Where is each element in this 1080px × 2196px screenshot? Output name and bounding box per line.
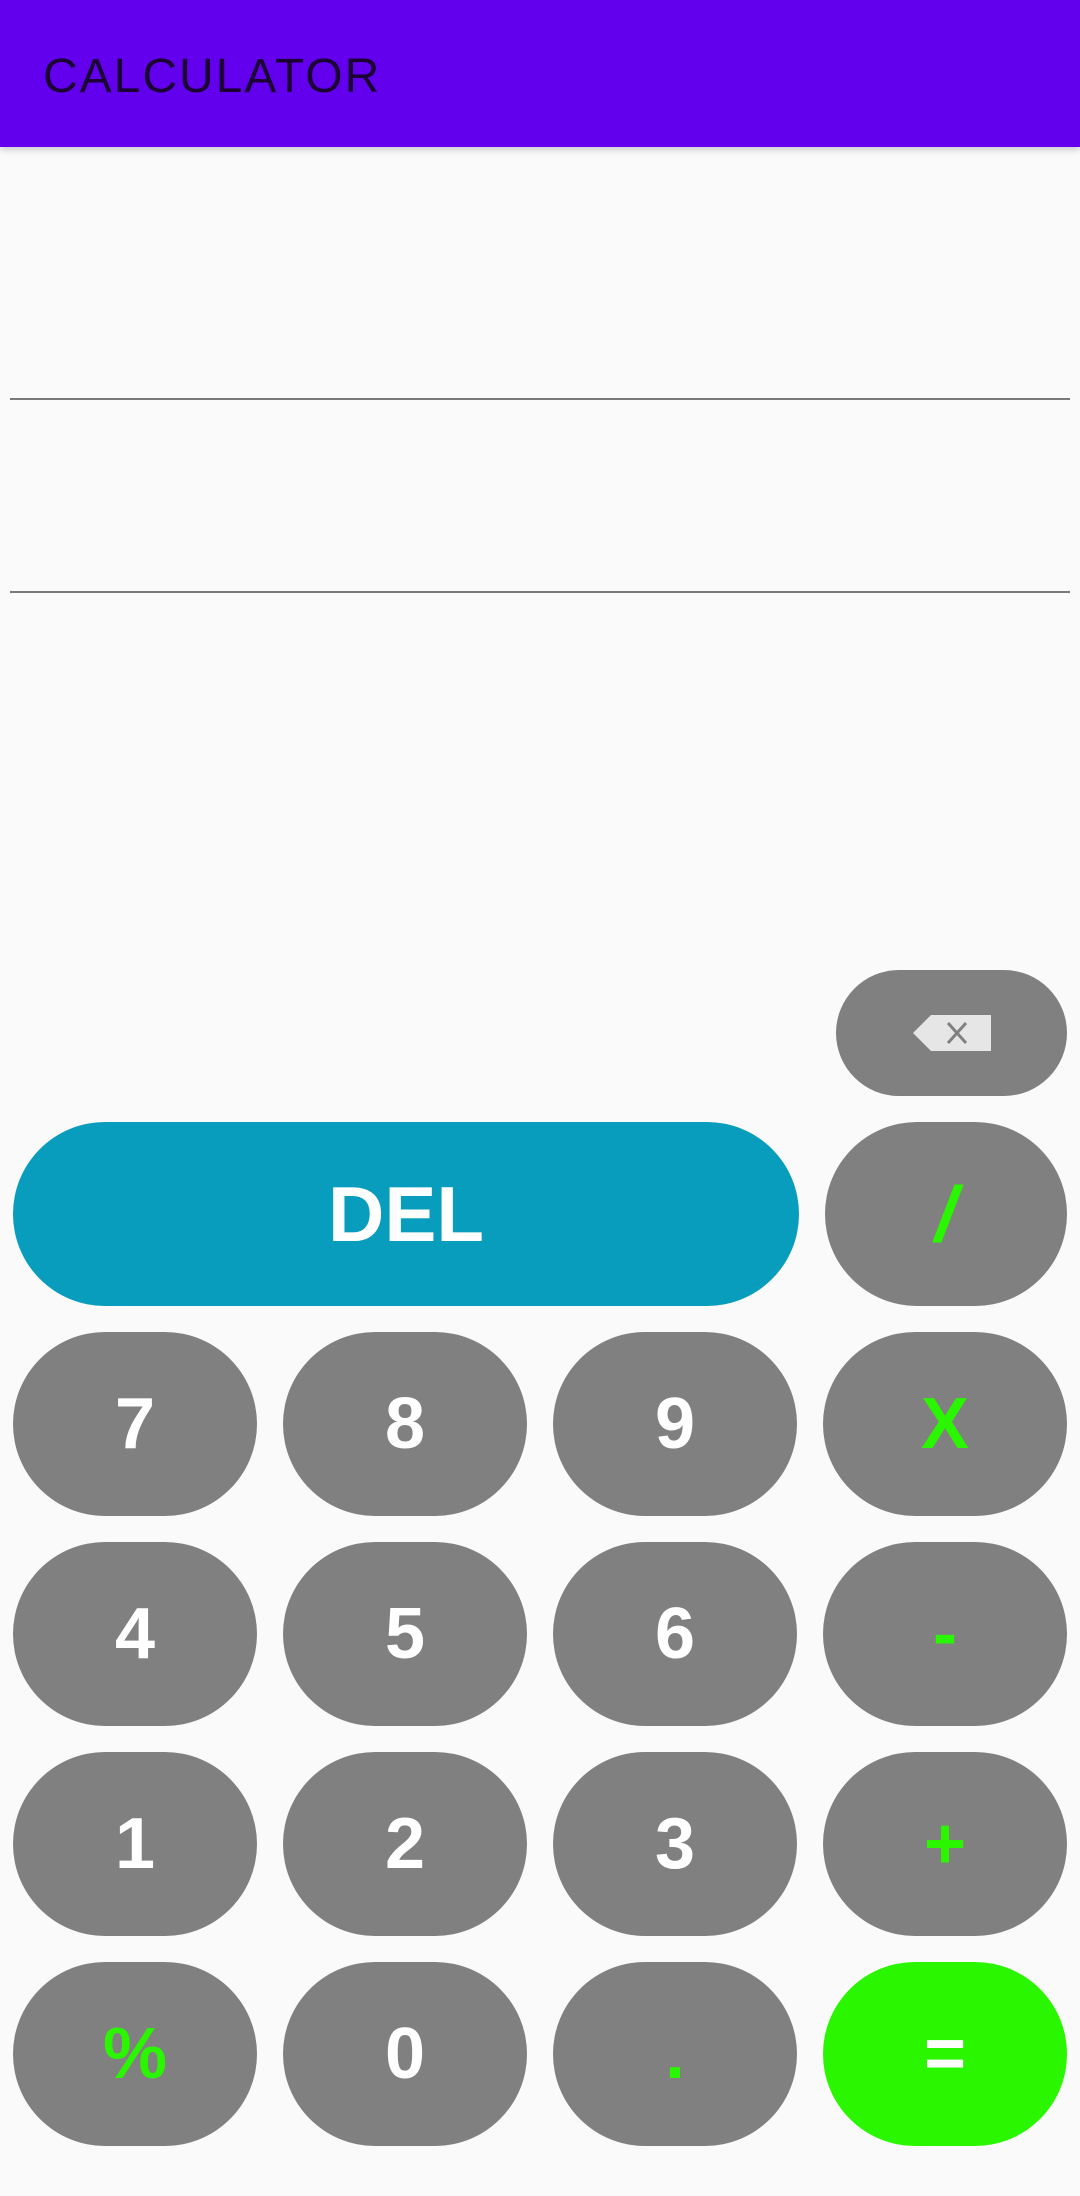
- key-9[interactable]: 9: [553, 1332, 797, 1516]
- equals-button[interactable]: =: [823, 1962, 1067, 2146]
- expression-input[interactable]: [10, 260, 1070, 400]
- result-field[interactable]: [10, 455, 1070, 593]
- key-5[interactable]: 5: [283, 1542, 527, 1726]
- backspace-button[interactable]: [836, 970, 1067, 1096]
- plus-button[interactable]: +: [823, 1752, 1067, 1936]
- key-1[interactable]: 1: [13, 1752, 257, 1936]
- key-3[interactable]: 3: [553, 1752, 797, 1936]
- minus-button[interactable]: -: [823, 1542, 1067, 1726]
- percent-button[interactable]: %: [13, 1962, 257, 2146]
- key-8[interactable]: 8: [283, 1332, 527, 1516]
- app-title: CALCULATOR: [43, 50, 382, 103]
- app-bar: CALCULATOR: [0, 0, 1080, 147]
- backspace-icon: [912, 1015, 991, 1051]
- del-button[interactable]: DEL: [13, 1122, 799, 1306]
- divide-button[interactable]: /: [825, 1122, 1067, 1306]
- key-4[interactable]: 4: [13, 1542, 257, 1726]
- multiply-button[interactable]: X: [823, 1332, 1067, 1516]
- key-7[interactable]: 7: [13, 1332, 257, 1516]
- key-0[interactable]: 0: [283, 1962, 527, 2146]
- key-2[interactable]: 2: [283, 1752, 527, 1936]
- key-6[interactable]: 6: [553, 1542, 797, 1726]
- decimal-button[interactable]: .: [553, 1962, 797, 2146]
